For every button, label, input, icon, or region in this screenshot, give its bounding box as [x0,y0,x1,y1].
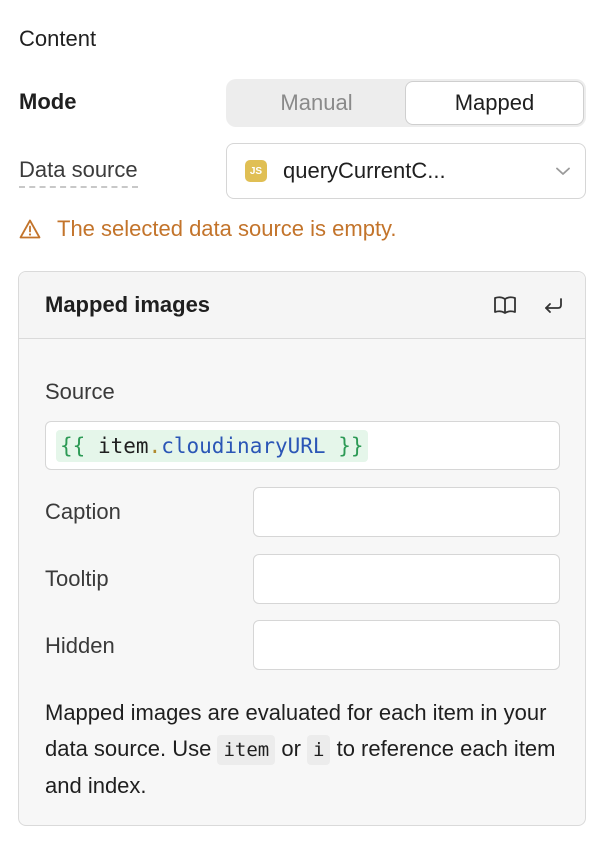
data-source-label: Data source [19,157,138,188]
close-brace: }} [338,433,364,458]
section-title: Content [19,26,97,51]
tooltip-label: Tooltip [45,566,109,591]
code-i: i [307,735,331,765]
mode-segmented-control[interactable]: Manual Mapped [226,79,586,127]
help-text-part2: or [281,736,301,761]
data-source-select[interactable]: JS queryCurrentC... [226,143,586,199]
open-brace: {{ [60,433,86,458]
mode-option-manual[interactable]: Manual [228,81,405,125]
tooltip-input[interactable] [253,554,560,604]
mode-option-mapped[interactable]: Mapped [405,81,584,125]
token-property: cloudinaryURL [161,433,326,458]
panel-title: Mapped images [45,292,211,317]
hidden-label: Hidden [45,633,115,658]
warning-message: The selected data source is empty. [19,216,397,242]
template-expression: {{ item. cloudinaryURL }} [56,429,368,462]
js-icon: JS [245,160,267,182]
caption-input[interactable] [253,487,560,537]
caption-label: Caption [45,499,121,524]
code-item: item [217,735,276,765]
chevron-down-icon [541,167,585,176]
help-text: Mapped images are evaluated for each ite… [45,695,570,804]
data-source-value: queryCurrentC... [283,158,446,183]
panel-header: Mapped images [19,272,585,339]
source-code-input[interactable]: {{ item. cloudinaryURL }} [45,421,560,470]
token-item: item [97,433,149,458]
mapped-images-panel: Mapped images Source {{ item. cloudinaryU… [18,271,586,826]
token-dot: . [148,433,162,458]
book-icon[interactable] [489,289,521,321]
source-label: Source [45,379,115,404]
mode-label: Mode [19,89,77,114]
warning-triangle-icon [19,219,41,239]
warning-text: The selected data source is empty. [57,216,397,241]
return-arrow-icon[interactable] [537,289,569,321]
hidden-input[interactable] [253,620,560,670]
